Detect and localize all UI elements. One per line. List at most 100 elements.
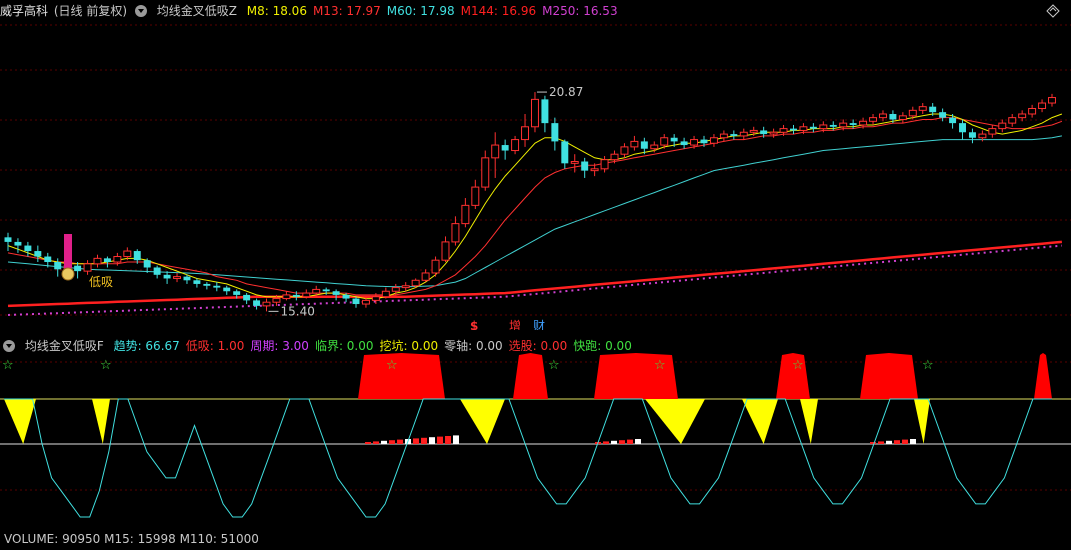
trend-line — [4, 398, 1052, 518]
candle-body — [551, 123, 559, 142]
candle-body — [133, 251, 141, 261]
candle-body — [700, 139, 708, 144]
candle — [551, 117, 559, 151]
candle — [471, 179, 480, 210]
candle-body — [243, 294, 251, 301]
candle-body — [501, 145, 509, 151]
star-icon: ☆ — [792, 358, 804, 373]
candle — [541, 95, 549, 133]
marker-cai: 财 — [533, 319, 545, 330]
candle — [481, 150, 490, 191]
candle-body — [123, 250, 132, 258]
signal-label: 低吸 — [89, 275, 113, 289]
candle — [262, 298, 271, 312]
candle-body — [709, 137, 718, 144]
candle — [998, 119, 1007, 133]
candle — [223, 285, 231, 295]
candle — [1028, 104, 1037, 118]
candle — [381, 287, 390, 299]
candle-body — [282, 294, 291, 300]
price-chart[interactable]: 20.87 15.40 低吸 $ 增 财 — [0, 0, 1071, 330]
candle-body — [24, 245, 32, 252]
candle-body — [898, 115, 907, 120]
candle-body — [1028, 108, 1037, 115]
candle — [243, 293, 251, 305]
candle-body — [312, 288, 321, 294]
candle — [988, 124, 997, 138]
red-band — [860, 353, 918, 399]
candle-body — [481, 157, 490, 188]
candle-body — [103, 258, 111, 263]
candle — [163, 271, 171, 284]
yellow-wedge — [4, 399, 36, 444]
candle — [581, 157, 589, 178]
candle-body — [411, 279, 420, 287]
candle-body — [272, 298, 281, 303]
yellow-wedge — [645, 399, 705, 444]
candle-body — [878, 113, 887, 119]
candle — [898, 112, 907, 124]
volume-label: VOLUME: 90950 M15: 15998 M110: 51000 — [4, 532, 259, 546]
candle-body — [213, 285, 221, 288]
candle-body — [939, 112, 947, 118]
candle-body — [401, 285, 410, 289]
yellow-wedge — [914, 399, 930, 444]
candle — [620, 143, 629, 158]
candle-body — [83, 263, 92, 272]
candle — [93, 254, 102, 268]
candle — [421, 269, 430, 283]
candle-body — [541, 99, 549, 124]
candle — [561, 139, 569, 169]
candle — [461, 198, 470, 228]
candle — [1008, 113, 1017, 127]
indicator-chart[interactable]: ☆ ☆ ☆ ☆ ☆ ☆ ☆ — [0, 350, 1071, 535]
yellow-wedge — [460, 399, 505, 444]
candle-body — [918, 106, 927, 111]
signal-tick — [870, 442, 876, 444]
candle-body — [859, 120, 868, 126]
candle-body — [44, 256, 52, 263]
candle — [173, 272, 182, 283]
candle-body — [153, 267, 161, 275]
candle-body — [730, 134, 738, 136]
candle-body — [849, 123, 857, 125]
signal-tick — [397, 439, 403, 444]
m13-line — [7, 117, 1063, 296]
candle-body — [521, 126, 530, 141]
candle-body — [193, 280, 201, 284]
star-icon: ☆ — [922, 358, 934, 373]
signal-tick — [635, 439, 641, 444]
candle — [730, 130, 738, 140]
candle-body — [352, 298, 360, 305]
candle-body — [113, 256, 122, 263]
candle-body — [581, 161, 589, 171]
candle-body — [779, 128, 788, 133]
candle — [213, 282, 221, 292]
candle — [391, 283, 400, 295]
candle-body — [332, 291, 340, 295]
candle-body — [988, 128, 997, 135]
signal-tick — [373, 441, 379, 444]
candle — [352, 296, 360, 308]
yellow-wedge — [742, 399, 778, 444]
money-bag-icon — [61, 267, 75, 281]
candle — [680, 137, 688, 149]
candle-body — [749, 129, 758, 133]
candle-body — [342, 294, 350, 299]
red-band — [513, 353, 548, 399]
candle-body — [790, 128, 797, 131]
candle-body — [143, 260, 151, 268]
signal-tick — [389, 440, 395, 444]
candle — [790, 124, 797, 135]
candle — [1048, 93, 1056, 107]
candle-body — [719, 133, 728, 139]
candle-body — [262, 301, 271, 307]
m144-line — [7, 240, 1063, 308]
signal-tick — [902, 439, 908, 444]
candle-body — [929, 106, 937, 113]
marker-zeng: 增 — [509, 319, 521, 330]
star-icon: ☆ — [100, 358, 112, 373]
candle — [451, 216, 460, 246]
signal-tick — [886, 440, 892, 444]
candle-body — [968, 132, 976, 138]
